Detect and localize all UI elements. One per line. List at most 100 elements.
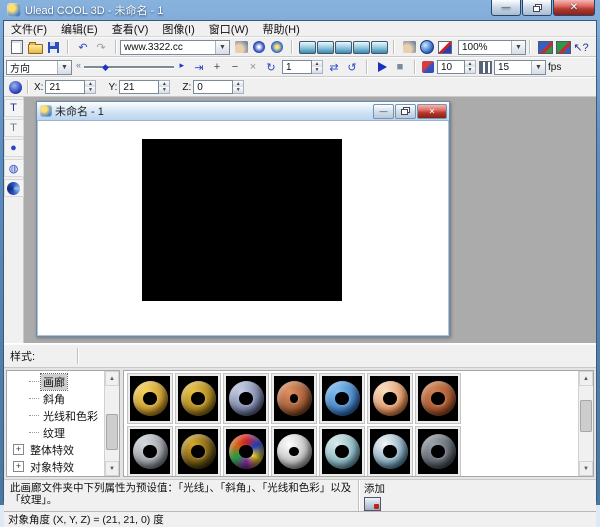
document-restore-button[interactable] bbox=[395, 104, 416, 119]
scroll-up-icon[interactable]: ▲ bbox=[579, 371, 593, 386]
menu-item[interactable]: 帮助(H) bbox=[256, 21, 307, 37]
redo-icon[interactable]: ↷ bbox=[92, 39, 110, 55]
scroll-up-icon[interactable]: ▲ bbox=[105, 371, 119, 386]
menu-item[interactable]: 图像(I) bbox=[155, 21, 201, 37]
tree-scrollbar-track[interactable] bbox=[105, 386, 119, 461]
tree-scrollbar-thumb[interactable] bbox=[106, 414, 118, 450]
web-globe-icon[interactable] bbox=[418, 39, 436, 55]
export-image-icon[interactable] bbox=[536, 39, 554, 55]
add-keyframe-icon[interactable]: + bbox=[208, 59, 226, 75]
chevron-down-icon[interactable]: ▼ bbox=[531, 61, 545, 74]
gunmetal-flange-torus[interactable] bbox=[415, 426, 461, 477]
tree-expand-icon[interactable]: + bbox=[13, 461, 24, 472]
steel-blue-torus[interactable] bbox=[223, 373, 269, 424]
edit-object-icon[interactable]: ◍ bbox=[4, 159, 24, 177]
perforated-silver-torus[interactable] bbox=[127, 426, 173, 477]
stop-icon[interactable]: ■ bbox=[391, 59, 409, 75]
next-keyframe-icon[interactable]: ⇥ bbox=[190, 59, 208, 75]
axis-spinner[interactable]: ▲▼ bbox=[159, 80, 170, 94]
gallery-scrollbar-thumb[interactable] bbox=[580, 400, 592, 432]
orange-swirl-torus[interactable] bbox=[367, 373, 413, 424]
restore-button[interactable] bbox=[522, 0, 552, 16]
axis-value-field[interactable]: 21 bbox=[45, 80, 85, 94]
hand-tool-icon[interactable] bbox=[400, 39, 418, 55]
deform-gizmo-icon[interactable] bbox=[268, 39, 286, 55]
tree-item[interactable]: 光线和色彩 bbox=[7, 407, 105, 424]
timeline-slider[interactable]: « ◆ ▸ bbox=[76, 60, 184, 74]
menu-item[interactable]: 编辑(E) bbox=[54, 21, 105, 37]
frame-rate-icon[interactable] bbox=[476, 59, 494, 75]
scroll-down-icon[interactable]: ▼ bbox=[579, 461, 593, 476]
object-gizmo-icon[interactable] bbox=[250, 39, 268, 55]
tree-item[interactable]: 斜角 bbox=[7, 390, 105, 407]
slider-thumb-icon[interactable]: ◆ bbox=[102, 62, 109, 73]
axis-spinner[interactable]: ▲▼ bbox=[85, 80, 96, 94]
rust-copper-torus[interactable] bbox=[415, 373, 461, 424]
context-help-icon[interactable]: ↖? bbox=[572, 39, 590, 55]
animation-mode-icon[interactable] bbox=[419, 59, 437, 75]
total-frames-field[interactable]: 10 bbox=[437, 60, 465, 74]
menu-item[interactable]: 文件(F) bbox=[4, 21, 54, 37]
play-icon[interactable] bbox=[373, 59, 391, 75]
axis-value-field[interactable]: 21 bbox=[119, 80, 159, 94]
close-button[interactable]: ✕ bbox=[553, 0, 595, 16]
menu-item[interactable]: 窗口(W) bbox=[202, 21, 256, 37]
render-canvas[interactable] bbox=[142, 139, 342, 301]
open-icon[interactable] bbox=[26, 39, 44, 55]
delete-keyframe-icon[interactable]: − bbox=[226, 59, 244, 75]
gold-double-ring-torus[interactable] bbox=[175, 373, 221, 424]
browser-mode-icon[interactable] bbox=[4, 179, 24, 197]
skip-keyframe-icon[interactable]: × bbox=[244, 59, 262, 75]
blue-ice-torus[interactable] bbox=[319, 373, 365, 424]
scroll-down-icon[interactable]: ▼ bbox=[105, 461, 119, 476]
tree-item[interactable]: 画廊 bbox=[7, 373, 105, 390]
axis-spinner[interactable]: ▲▼ bbox=[233, 80, 244, 94]
undo-icon[interactable]: ↶ bbox=[74, 39, 92, 55]
document-minimize-button[interactable]: — bbox=[373, 104, 394, 119]
output-preset-icon-1[interactable] bbox=[298, 39, 316, 55]
output-preset-icon-5[interactable] bbox=[370, 39, 388, 55]
loop-icon[interactable]: ⇄ bbox=[325, 59, 343, 75]
export-video-icon[interactable] bbox=[554, 39, 572, 55]
pearl-blue-torus[interactable] bbox=[319, 426, 365, 477]
output-preset-icon-4[interactable] bbox=[352, 39, 370, 55]
insert-text-icon[interactable]: T bbox=[4, 99, 24, 117]
white-blue-glossy-torus[interactable] bbox=[367, 426, 413, 477]
zoom-combobox[interactable]: 100% ▼ bbox=[458, 40, 526, 55]
document-window[interactable]: 未命名 - 1 — ✕ bbox=[36, 101, 450, 337]
gold-torus[interactable] bbox=[127, 373, 173, 424]
tree-expand-icon[interactable]: + bbox=[13, 444, 24, 455]
current-frame-field[interactable]: 1 bbox=[282, 60, 312, 74]
save-icon[interactable] bbox=[44, 39, 62, 55]
gold-black-camo-torus[interactable] bbox=[175, 426, 221, 477]
tree-item[interactable]: +转场特效 bbox=[7, 475, 105, 477]
attribute-combobox[interactable]: 方向 ▼ bbox=[6, 60, 72, 75]
tree-item[interactable]: +对象特效 bbox=[7, 458, 105, 475]
gallery-scrollbar[interactable]: ▲ ▼ bbox=[578, 371, 593, 476]
image-quality-icon[interactable] bbox=[436, 39, 454, 55]
drag-hand-icon[interactable] bbox=[232, 39, 250, 55]
document-close-button[interactable]: ✕ bbox=[417, 104, 447, 119]
reverse-icon[interactable]: ↻ bbox=[262, 59, 280, 75]
new-icon[interactable] bbox=[8, 39, 26, 55]
tree-item[interactable]: 纹理 bbox=[7, 424, 105, 441]
output-preset-icon-3[interactable] bbox=[334, 39, 352, 55]
add-style-button[interactable] bbox=[364, 497, 381, 511]
axis-value-field[interactable]: 0 bbox=[193, 80, 233, 94]
gallery-scrollbar-track[interactable] bbox=[579, 386, 593, 461]
tree-scrollbar[interactable]: ▲ ▼ bbox=[104, 371, 119, 476]
insert-graphics-icon[interactable]: ● bbox=[4, 139, 24, 157]
chevron-down-icon[interactable]: ▼ bbox=[57, 61, 71, 74]
current-frame-spinner[interactable]: ▲▼ bbox=[312, 60, 323, 74]
rotate-object-icon[interactable] bbox=[6, 79, 24, 95]
output-preset-icon-2[interactable] bbox=[316, 39, 334, 55]
cycle-icon[interactable]: ↺ bbox=[343, 59, 361, 75]
total-frames-spinner[interactable]: ▲▼ bbox=[465, 60, 476, 74]
white-ring-torus[interactable] bbox=[271, 426, 317, 477]
chevron-down-icon[interactable]: ▼ bbox=[511, 41, 525, 54]
edit-text-icon[interactable]: T bbox=[4, 119, 24, 137]
web-address-combobox[interactable]: www.3322.cc ▼ bbox=[120, 40, 230, 55]
fps-combobox[interactable]: 15 ▼ bbox=[494, 60, 546, 75]
minimize-button[interactable]: — bbox=[491, 0, 521, 16]
tree-item[interactable]: +整体特效 bbox=[7, 441, 105, 458]
